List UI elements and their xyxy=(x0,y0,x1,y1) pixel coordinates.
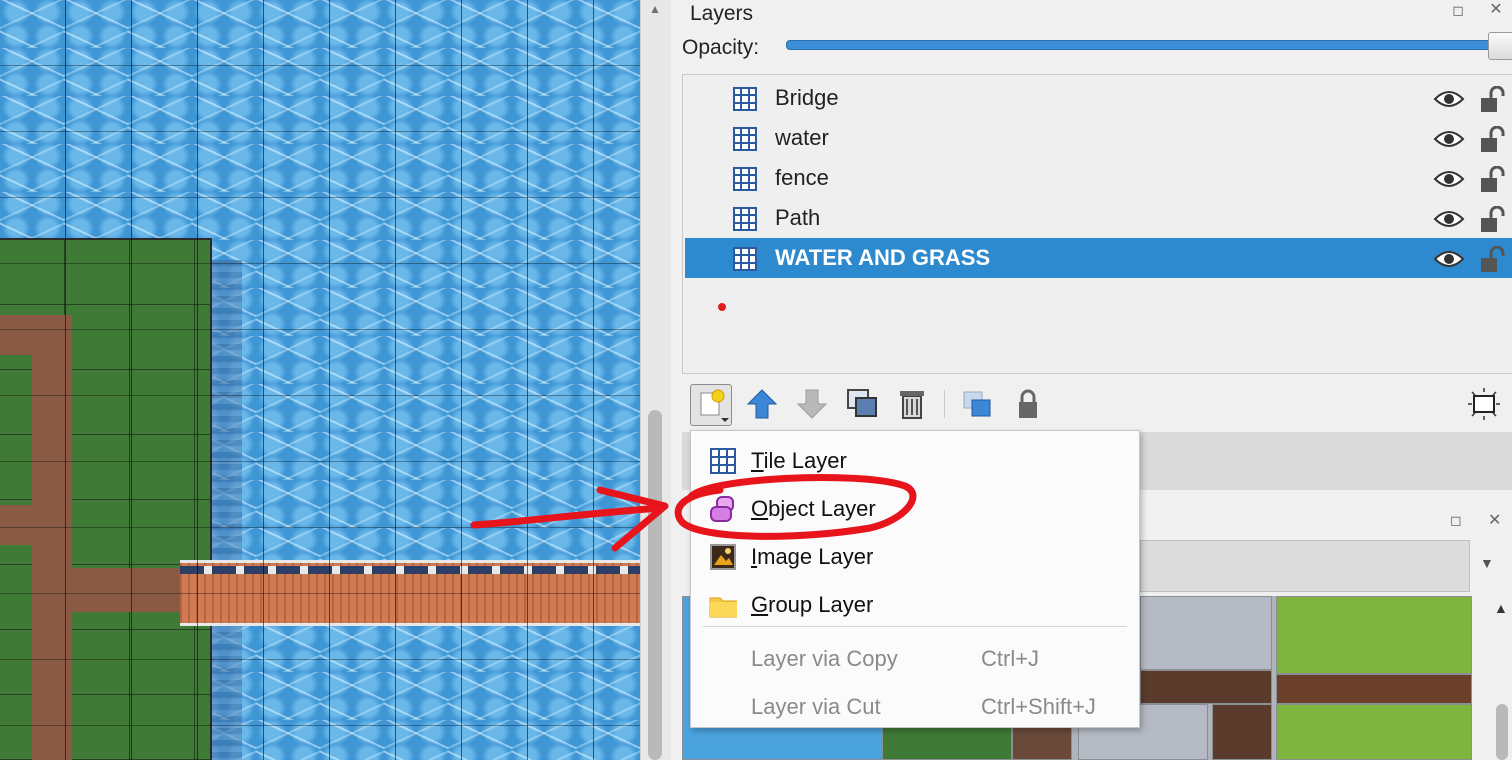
eye-icon[interactable] xyxy=(1433,208,1465,230)
menu-item-label: Group Layer xyxy=(751,592,874,617)
map-canvas[interactable] xyxy=(0,0,640,760)
unlock-icon[interactable] xyxy=(1479,246,1507,274)
layer-name: water xyxy=(775,125,829,150)
show-hide-others-icon xyxy=(963,391,991,417)
menu-item-label: Layer via Cut xyxy=(751,694,881,719)
highlight-current-layer-icon xyxy=(1468,388,1500,420)
eye-icon[interactable] xyxy=(1433,168,1465,190)
tileset-grass-tile[interactable] xyxy=(1276,596,1472,674)
menu-item-shortcut: Ctrl+J xyxy=(981,646,1040,671)
duplicate-layer-icon xyxy=(847,389,877,417)
lock-icon xyxy=(1019,389,1037,418)
scroll-up-arrow-icon[interactable]: ▲ xyxy=(642,0,668,18)
menu-item-object-layer[interactable]: Object Layer xyxy=(691,483,1139,531)
tileset-stone-tile[interactable] xyxy=(1140,596,1272,670)
tileset-dirt-tile[interactable] xyxy=(1212,704,1272,760)
tileset-dirt-tile[interactable] xyxy=(1140,670,1272,704)
layer-name: Bridge xyxy=(775,85,839,110)
scrollbar-thumb[interactable] xyxy=(648,410,662,760)
folder-icon xyxy=(709,597,737,618)
layer-name: WATER AND GRASS xyxy=(775,245,991,270)
eye-icon[interactable] xyxy=(1433,128,1465,150)
layer-row[interactable]: fence xyxy=(685,158,1512,198)
layer-row[interactable]: Path xyxy=(685,198,1512,238)
new-layer-button[interactable] xyxy=(690,384,732,426)
menu-item-label: Image Layer xyxy=(751,544,874,569)
toolbar-separator xyxy=(944,390,945,418)
object-layer-icon xyxy=(710,496,734,522)
bridge-railing xyxy=(180,566,640,574)
lock-layer-button[interactable] xyxy=(1008,384,1048,424)
opacity-label: Opacity: xyxy=(682,36,760,59)
close-icon[interactable]: ✕ xyxy=(1488,2,1504,18)
path-tile xyxy=(32,568,192,612)
unlock-icon[interactable] xyxy=(1479,126,1507,154)
unlock-icon[interactable] xyxy=(1479,166,1507,194)
raise-layer-button[interactable] xyxy=(742,384,782,424)
new-layer-menu: Tile Layer Object Layer Image Layer Grou… xyxy=(690,430,1140,728)
menu-item-group-layer[interactable]: Group Layer xyxy=(691,579,1139,627)
eye-icon[interactable] xyxy=(1433,88,1465,110)
menu-item-label: Layer via Copy xyxy=(751,646,898,671)
dock-float-icon[interactable]: ◻ xyxy=(1450,2,1466,18)
layers-panel-title: Layers xyxy=(690,2,754,25)
tile-layer-icon xyxy=(733,127,757,151)
scroll-up-arrow-icon[interactable]: ▲ xyxy=(1494,600,1508,616)
tileset-grass-tile[interactable] xyxy=(1276,704,1472,760)
menu-item-label: Object Layer xyxy=(751,496,876,521)
raise-layer-icon xyxy=(746,389,778,419)
menu-item-shortcut: Ctrl+Shift+J xyxy=(981,694,1096,719)
new-layer-icon xyxy=(700,389,729,422)
tile-layer-icon xyxy=(733,167,757,191)
opacity-slider-handle[interactable] xyxy=(1488,32,1512,60)
menu-item-image-layer[interactable]: Image Layer xyxy=(691,531,1139,579)
menu-item-tile-layer[interactable]: Tile Layer xyxy=(691,435,1139,483)
image-layer-icon xyxy=(710,544,736,570)
show-hide-others-button[interactable] xyxy=(958,384,998,424)
layer-row[interactable]: Bridge xyxy=(685,78,1512,118)
shoreline-tiles xyxy=(210,260,242,760)
close-icon[interactable]: ✕ xyxy=(1488,510,1501,530)
trash-icon xyxy=(900,391,924,419)
unlock-icon[interactable] xyxy=(1479,86,1507,114)
duplicate-layer-button[interactable] xyxy=(842,384,882,424)
chevron-down-icon[interactable]: ▼ xyxy=(1480,555,1494,571)
tileset-selector[interactable] xyxy=(1140,540,1470,592)
menu-item-label: Tile Layer xyxy=(751,448,847,473)
lower-layer-icon xyxy=(796,389,828,419)
eye-icon[interactable] xyxy=(1433,248,1465,270)
layers-toolbar xyxy=(682,376,1512,432)
tile-layer-icon xyxy=(733,247,757,271)
delete-layer-button[interactable] xyxy=(892,384,932,424)
lower-layer-button[interactable] xyxy=(792,384,832,424)
dock-float-icon[interactable]: ◻ xyxy=(1450,512,1462,529)
tile-layer-icon xyxy=(733,87,757,111)
tileset-dirt-tile[interactable] xyxy=(1276,674,1472,704)
layer-list[interactable]: Bridge water fence Path WATER AND GRASS xyxy=(682,74,1512,374)
layer-name: fence xyxy=(775,165,829,190)
red-dot-mark xyxy=(718,303,726,311)
tile-layer-icon xyxy=(710,448,736,474)
layer-row-selected[interactable]: WATER AND GRASS xyxy=(685,238,1512,278)
menu-item-layer-via-cut[interactable]: Layer via Cut Ctrl+Shift+J xyxy=(691,681,1139,729)
layer-row[interactable]: water xyxy=(685,118,1512,158)
menu-separator xyxy=(703,626,1127,627)
opacity-slider[interactable] xyxy=(786,40,1504,50)
menu-item-layer-via-copy[interactable]: Layer via Copy Ctrl+J xyxy=(691,633,1139,681)
highlight-current-layer-button[interactable] xyxy=(1464,384,1504,424)
path-tile xyxy=(0,505,40,545)
layer-name: Path xyxy=(775,205,821,230)
scrollbar-thumb[interactable] xyxy=(1496,704,1508,760)
unlock-icon[interactable] xyxy=(1479,206,1507,234)
tile-layer-icon xyxy=(733,207,757,231)
